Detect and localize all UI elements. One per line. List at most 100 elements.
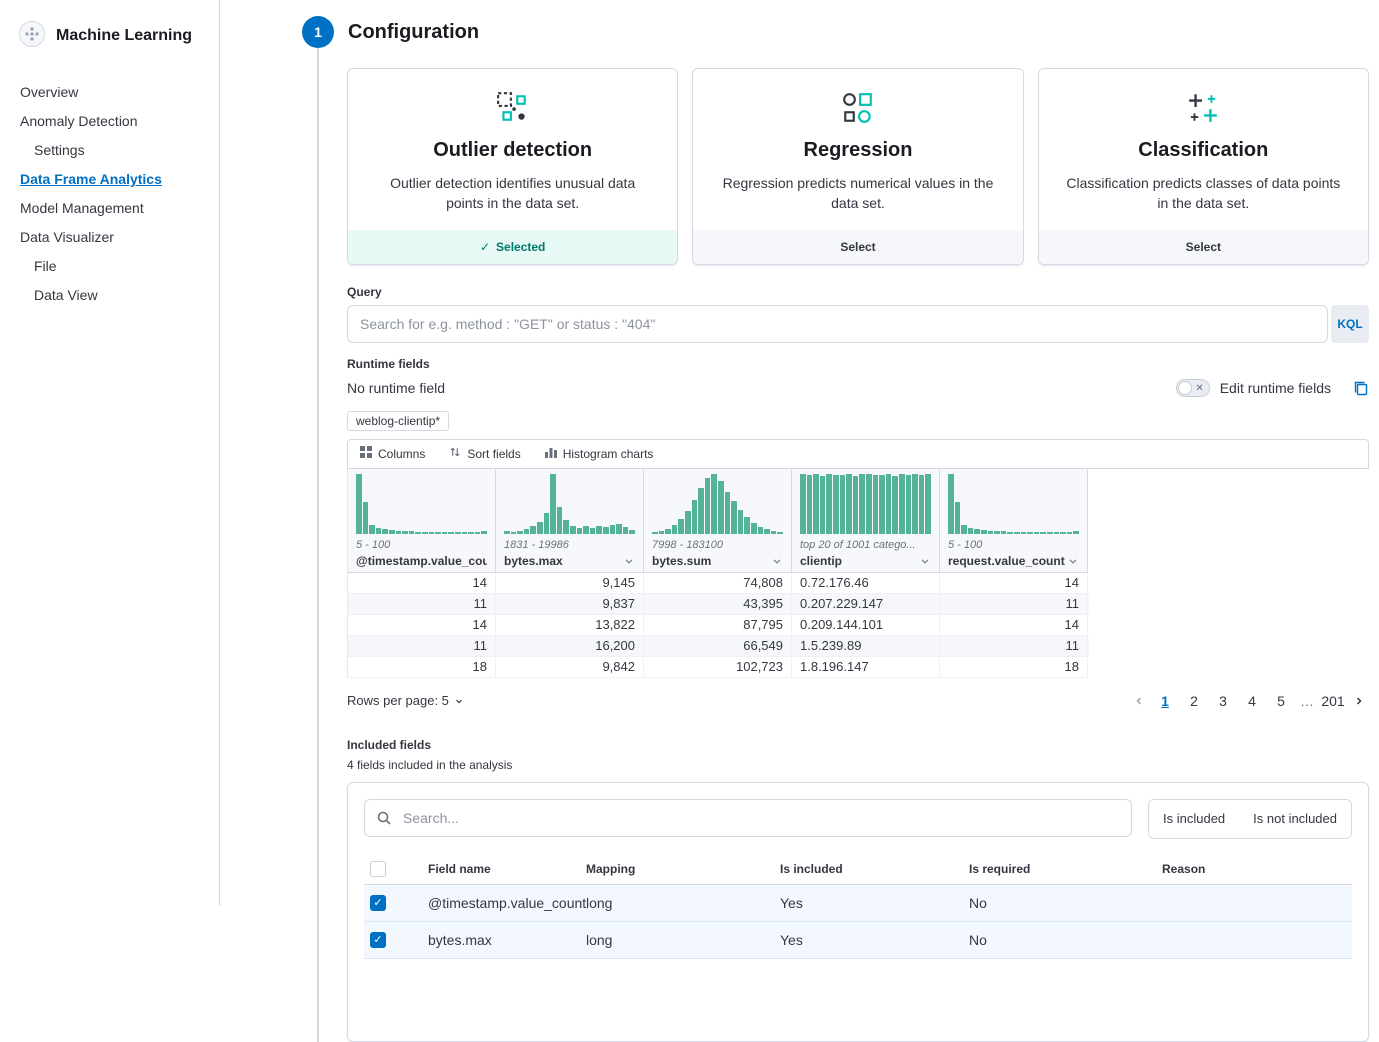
sidebar: Machine Learning Overview Anomaly Detect… — [0, 0, 220, 906]
pagination-next-button[interactable] — [1349, 691, 1369, 711]
table-row: 11 16,200 66,549 1.5.239.89 11 — [348, 636, 1089, 657]
column-range-label: 1831 - 19986 — [504, 539, 635, 551]
grid-cell: 18 — [940, 657, 1088, 678]
select-all-checkbox[interactable] — [370, 861, 386, 877]
table-row: ✓ bytes.max long Yes No — [364, 922, 1352, 959]
edit-runtime-fields-toggle-label[interactable]: Edit runtime fields — [1220, 380, 1331, 396]
sidebar-item-data-view[interactable]: Data View — [0, 282, 219, 308]
column-range-label: 7998 - 183100 — [652, 539, 783, 551]
index-pattern-badge: weblog-clientip* — [347, 411, 449, 431]
chevron-down-icon — [623, 555, 635, 567]
outlier-detection-select-button[interactable]: ✓ Selected — [348, 230, 677, 264]
row-checkbox[interactable]: ✓ — [370, 895, 386, 911]
query-section: Query KQL — [347, 285, 1369, 343]
columns-button-label: Columns — [378, 447, 425, 461]
sidebar-item-data-frame-analytics[interactable]: Data Frame Analytics — [0, 166, 219, 192]
main-content: 1 Configuration Outlier dete — [220, 0, 1379, 906]
histogram-chart — [504, 474, 635, 534]
column-header-timestamp-value-count: 5 - 100 @timestamp.value_cou — [348, 469, 496, 573]
pagination-page-1[interactable]: 1 — [1152, 688, 1178, 714]
grid-cell: 43,395 — [644, 594, 792, 615]
regression-card-content: Regression Regression predicts numerical… — [693, 69, 1022, 230]
classification-card-content: Classification Classification predicts c… — [1039, 69, 1368, 230]
card-footer-label: Select — [1186, 240, 1221, 254]
search-input[interactable] — [364, 799, 1132, 837]
column-name-button[interactable]: bytes.max — [504, 554, 635, 568]
classification-select-button[interactable]: Select — [1039, 230, 1368, 264]
sidebar-item-file[interactable]: File — [0, 253, 219, 279]
outlier-detection-card[interactable]: Outlier detection Outlier detection iden… — [347, 68, 678, 265]
sidebar-item-model-management[interactable]: Model Management — [0, 195, 219, 221]
copy-icon[interactable] — [1353, 380, 1369, 396]
pagination-page-5[interactable]: 5 — [1268, 688, 1294, 714]
grid-cell: 0.209.144.101 — [792, 615, 940, 636]
grid-cell: 9,837 — [496, 594, 644, 615]
outlier-detection-card-content: Outlier detection Outlier detection iden… — [348, 69, 677, 230]
pagination-page-2[interactable]: 2 — [1181, 688, 1207, 714]
data-grid-header: 5 - 100 @timestamp.value_cou 1831 - 1998… — [348, 469, 1089, 573]
grid-cell: 66,549 — [644, 636, 792, 657]
column-header-bytes-max: 1831 - 19986 bytes.max — [496, 469, 644, 573]
chevron-down-icon — [454, 696, 464, 706]
is-required-header: Is required — [969, 862, 1162, 876]
row-checkbox-cell: ✓ — [364, 932, 428, 948]
pagination-page-3[interactable]: 3 — [1210, 688, 1236, 714]
sidebar-item-anomaly-detection[interactable]: Anomaly Detection — [0, 108, 219, 134]
histogram-chart — [948, 474, 1079, 534]
pagination: 1 2 3 4 5 … 201 — [1129, 688, 1369, 714]
histogram-chart — [800, 474, 931, 534]
pagination-page-4[interactable]: 4 — [1239, 688, 1265, 714]
query-input[interactable] — [347, 305, 1328, 343]
step-header: 1 Configuration — [302, 16, 1369, 48]
card-footer-label: Select — [840, 240, 875, 254]
sidebar-item-overview[interactable]: Overview — [0, 79, 219, 105]
column-name-button[interactable]: @timestamp.value_cou — [356, 554, 487, 568]
step-body: Outlier detection Outlier detection iden… — [317, 48, 1369, 1042]
histogram-chart — [652, 474, 783, 534]
column-name-button[interactable]: clientip — [800, 554, 931, 568]
grid-cell: 14 — [348, 573, 496, 594]
classification-card[interactable]: Classification Classification predicts c… — [1038, 68, 1369, 265]
edit-runtime-fields-toggle[interactable]: ✕ — [1176, 379, 1210, 397]
row-checkbox[interactable]: ✓ — [370, 932, 386, 948]
search-icon — [376, 810, 392, 829]
outlier-detection-icon — [372, 89, 653, 127]
sort-fields-button[interactable]: Sort fields — [449, 446, 520, 461]
regression-card[interactable]: Regression Regression predicts numerical… — [692, 68, 1023, 265]
is-included-cell: Yes — [780, 932, 969, 948]
included-fields-table: Field name Mapping Is included Is requir… — [364, 855, 1352, 959]
job-type-cards: Outlier detection Outlier detection iden… — [347, 68, 1369, 265]
grid-cell: 87,795 — [644, 615, 792, 636]
pagination-prev-button[interactable] — [1129, 691, 1149, 711]
sidebar-item-settings[interactable]: Settings — [0, 137, 219, 163]
is-not-included-filter-button[interactable]: Is not included — [1239, 800, 1351, 838]
column-range-label: 5 - 100 — [356, 539, 487, 551]
machine-learning-logo-icon — [18, 20, 46, 51]
data-grid-toolbar: Columns Sort fields Histogram charts — [347, 439, 1369, 469]
card-title: Regression — [717, 139, 998, 162]
sidebar-item-data-visualizer[interactable]: Data Visualizer — [0, 224, 219, 250]
rows-per-page-button[interactable]: Rows per page: 5 — [347, 693, 464, 708]
is-included-filter-button[interactable]: Is included — [1149, 800, 1239, 838]
column-name-button[interactable]: request.value_count — [948, 554, 1079, 568]
columns-button[interactable]: Columns — [360, 446, 425, 461]
column-name-label: bytes.max — [504, 554, 563, 568]
grid-cell: 18 — [348, 657, 496, 678]
histogram-charts-button[interactable]: Histogram charts — [545, 446, 654, 461]
query-language-button[interactable]: KQL — [1331, 305, 1369, 343]
grid-cell: 102,723 — [644, 657, 792, 678]
grid-cell: 11 — [940, 594, 1088, 615]
table-row: ✓ @timestamp.value_count long Yes No — [364, 885, 1352, 922]
card-title: Classification — [1063, 139, 1344, 162]
sort-icon — [449, 446, 461, 461]
histogram-charts-button-label: Histogram charts — [563, 447, 654, 461]
included-fields-panel: Is included Is not included Field name M… — [347, 782, 1369, 1042]
runtime-fields-label: Runtime fields — [347, 357, 1369, 371]
column-name-button[interactable]: bytes.sum — [652, 554, 783, 568]
chevron-down-icon — [919, 555, 931, 567]
field-name-cell: bytes.max — [428, 932, 586, 948]
pagination-page-201[interactable]: 201 — [1320, 688, 1346, 714]
field-name-cell: @timestamp.value_count — [428, 895, 586, 911]
regression-select-button[interactable]: Select — [693, 230, 1022, 264]
app-title: Machine Learning — [56, 27, 192, 45]
